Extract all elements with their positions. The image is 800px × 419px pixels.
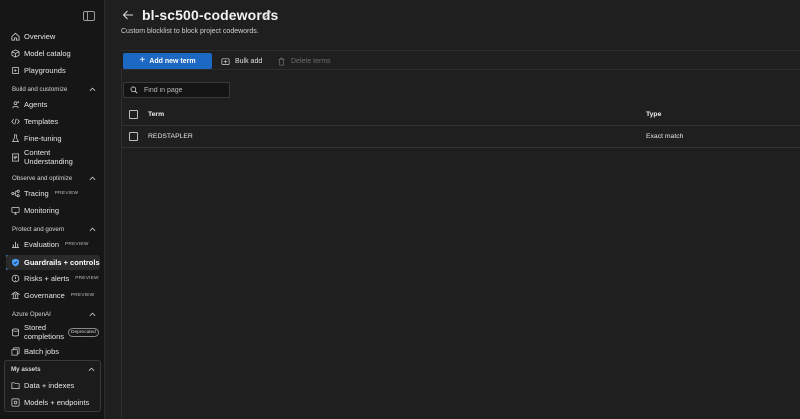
- sidebar-item-governance[interactable]: Governance PREVIEW: [6, 288, 100, 303]
- database-icon: [11, 328, 20, 337]
- table-header-row: Term Type: [121, 104, 800, 126]
- column-header-type[interactable]: Type: [646, 111, 661, 118]
- document-scan-icon: [11, 153, 20, 162]
- sidebar-item-label: Content: [24, 148, 51, 157]
- sidebar-item-label: Risks + alerts: [24, 274, 70, 283]
- row-checkbox[interactable]: [129, 132, 138, 141]
- sidebar-item-risks-alerts[interactable]: Risks + alerts PREVIEW: [6, 271, 100, 286]
- sidebar-item-guardrails-controls[interactable]: Guardrails + controls: [6, 255, 100, 270]
- code-icon: [11, 117, 20, 126]
- playground-icon: [11, 66, 20, 75]
- back-arrow-icon[interactable]: [122, 9, 134, 21]
- sidebar-item-label: Models + endpoints: [24, 398, 90, 407]
- chevron-up-icon: [89, 176, 96, 180]
- sidebar-item-data-indexes[interactable]: Data + indexes: [6, 378, 100, 393]
- data-icon: [11, 381, 20, 390]
- chevron-up-icon: [89, 87, 96, 91]
- sidebar: Overview Model catalog Playgrounds Build…: [0, 0, 105, 419]
- page-subtitle: Custom blocklist to block project codewo…: [121, 28, 259, 35]
- monitor-icon: [11, 206, 20, 215]
- preview-badge: PREVIEW: [75, 276, 99, 281]
- sidebar-item-fine-tuning[interactable]: Fine-tuning: [6, 131, 100, 146]
- page-title: bl-sc500-codewords: [142, 7, 279, 23]
- beaker-icon: [11, 134, 20, 143]
- find-in-page-search[interactable]: [123, 82, 230, 98]
- sidebar-item-label: Guardrails + controls: [24, 258, 100, 267]
- sidebar-item-label: Monitoring: [24, 206, 60, 215]
- cube-icon: [11, 49, 20, 58]
- select-all-checkbox[interactable]: [129, 110, 138, 119]
- search-icon: [130, 86, 138, 94]
- section-protect-and-govern[interactable]: Protect and govern: [12, 223, 96, 235]
- sidebar-item-model-catalog[interactable]: Model catalog: [6, 46, 100, 61]
- section-azure-openai[interactable]: Azure OpenAI: [12, 308, 96, 320]
- add-new-term-button[interactable]: + Add new term: [123, 53, 212, 69]
- section-build-and-customize[interactable]: Build and customize: [12, 83, 96, 95]
- sidebar-item-label: Templates: [24, 117, 59, 126]
- sidebar-item-agents[interactable]: Agents: [6, 97, 100, 112]
- toolbar: + Add new term Bulk add Delete terms: [121, 50, 800, 70]
- sidebar-item-batch-jobs[interactable]: Batch jobs: [6, 344, 100, 359]
- main-content: bl-sc500-codewords Custom blocklist to b…: [106, 0, 800, 419]
- home-icon: [11, 32, 20, 41]
- section-my-assets[interactable]: My assets: [11, 363, 95, 375]
- sidebar-item-label: Fine-tuning: [24, 134, 62, 143]
- sidebar-item-label-line2: Understanding: [24, 157, 73, 166]
- sidebar-item-label: Evaluation: [24, 240, 60, 249]
- collapse-sidebar-icon[interactable]: [83, 11, 95, 21]
- sidebar-item-stored-completions[interactable]: Stored completions Deprecated: [6, 321, 100, 343]
- alert-icon: [11, 274, 20, 283]
- section-observe-and-optimize[interactable]: Observe and optimize: [12, 172, 96, 184]
- delete-terms-button[interactable]: Delete terms: [277, 55, 331, 67]
- chevron-up-icon: [88, 367, 95, 371]
- sidebar-item-overview[interactable]: Overview: [6, 29, 100, 44]
- preview-badge: PREVIEW: [54, 191, 79, 196]
- sidebar-item-label: Overview: [24, 32, 56, 41]
- column-header-term[interactable]: Term: [148, 111, 164, 118]
- deprecated-badge: Deprecated: [68, 327, 99, 337]
- plus-icon: +: [139, 55, 146, 66]
- chevron-up-icon: [89, 227, 96, 231]
- terms-table: Term Type REDSTAPLER Exact match: [121, 104, 800, 419]
- endpoint-icon: [11, 398, 20, 407]
- bulk-add-icon: [221, 57, 230, 65]
- sidebar-item-templates[interactable]: Templates: [6, 114, 100, 129]
- term-cell: REDSTAPLER: [148, 133, 193, 140]
- sidebar-item-content-understanding[interactable]: Content Understanding: [6, 146, 100, 168]
- sidebar-item-evaluation[interactable]: Evaluation PREVIEW: [6, 237, 100, 252]
- preview-badge: PREVIEW: [70, 293, 95, 298]
- batch-icon: [11, 347, 20, 356]
- sidebar-item-label: Governance: [24, 291, 65, 300]
- sidebar-item-label: Tracing: [24, 189, 49, 198]
- sidebar-item-label: Model catalog: [24, 49, 71, 58]
- search-input[interactable]: [144, 86, 224, 94]
- bulk-add-button[interactable]: Bulk add: [221, 55, 262, 67]
- type-cell: Exact match: [646, 133, 684, 140]
- agents-icon: [11, 100, 20, 109]
- sidebar-item-models-endpoints[interactable]: Models + endpoints: [6, 395, 100, 410]
- sidebar-item-tracing[interactable]: Tracing PREVIEW: [6, 186, 100, 201]
- sidebar-item-label: Stored: [24, 323, 47, 332]
- edit-pencil-icon[interactable]: [262, 9, 272, 19]
- chevron-up-icon: [89, 312, 96, 316]
- sidebar-item-label-line2: completions: [24, 332, 65, 341]
- sidebar-item-label: Data + indexes: [24, 381, 75, 390]
- trash-icon: [278, 57, 285, 65]
- sidebar-item-playgrounds[interactable]: Playgrounds: [6, 63, 100, 78]
- table-row[interactable]: REDSTAPLER Exact match: [121, 126, 800, 148]
- app-window: Overview Model catalog Playgrounds Build…: [0, 0, 800, 419]
- content-divider: [121, 70, 122, 419]
- sidebar-item-label: Agents: [24, 100, 48, 109]
- governance-icon: [11, 291, 20, 300]
- sidebar-item-label: Batch jobs: [24, 347, 60, 356]
- preview-badge: PREVIEW: [65, 242, 89, 247]
- sidebar-item-monitoring[interactable]: Monitoring: [6, 203, 100, 218]
- bulk-add-label: Bulk add: [235, 57, 263, 65]
- sidebar-item-label: Playgrounds: [24, 66, 66, 75]
- shield-icon: [11, 258, 20, 267]
- tracing-icon: [11, 189, 20, 198]
- evaluation-icon: [11, 240, 20, 249]
- add-new-term-label: Add new term: [149, 57, 196, 65]
- delete-terms-label: Delete terms: [291, 57, 331, 65]
